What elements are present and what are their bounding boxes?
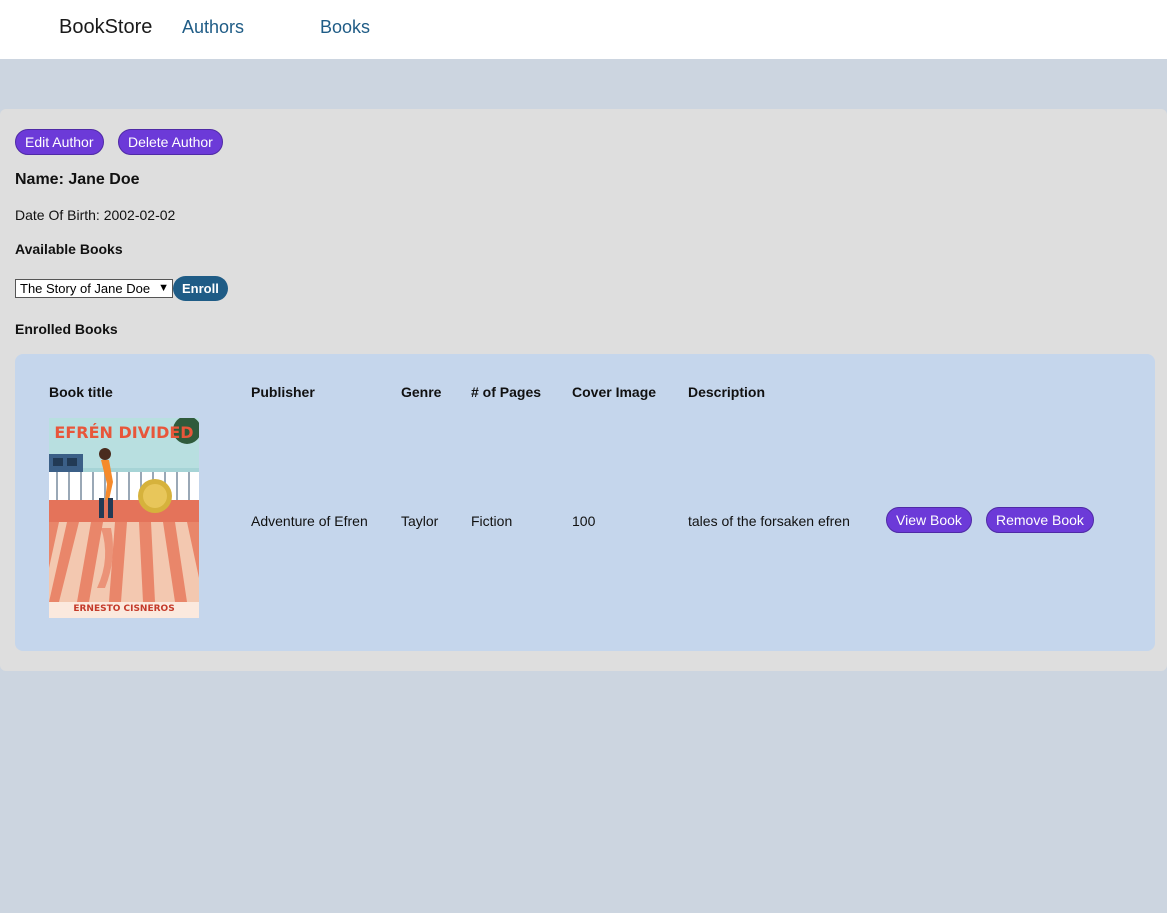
edit-author-button[interactable]: Edit Author (15, 129, 104, 155)
available-books-select[interactable]: The Story of Jane Doe ▼ (15, 279, 173, 298)
enrolled-books-heading: Enrolled Books (15, 321, 118, 337)
column-header-publisher: Publisher (251, 384, 315, 400)
book-cover-image: EFRÉN DIVIDED ERNESTO CISNEROS (49, 418, 199, 618)
column-header-cover: Cover Image (572, 384, 657, 400)
cell-genre: Fiction (471, 513, 513, 529)
nav-link-authors[interactable]: Authors (182, 17, 244, 38)
cell-title: Adventure of Efren (251, 513, 368, 529)
author-dob: Date Of Birth: 2002-02-02 (15, 207, 176, 223)
select-value: The Story of Jane Doe (20, 281, 151, 296)
available-books-heading: Available Books (15, 241, 123, 257)
author-name: Name: Jane Doe (15, 171, 140, 188)
cell-description: tales of the forsaken efren (688, 513, 850, 529)
view-book-button[interactable]: View Book (886, 507, 972, 533)
delete-author-button[interactable]: Delete Author (118, 129, 223, 155)
chevron-down-icon: ▼ (158, 282, 169, 294)
remove-book-button[interactable]: Remove Book (986, 507, 1094, 533)
cover-title-text: EFRÉN DIVIDED (54, 423, 193, 442)
author-detail-card: Edit Author Delete Author Name: Jane Doe… (0, 109, 1167, 671)
top-navbar: BookStore Authors Books (0, 0, 1167, 59)
column-header-title: Book title (49, 384, 113, 400)
cell-publisher: Taylor (401, 513, 439, 529)
cover-author-text: ERNESTO CISNEROS (73, 604, 174, 614)
brand-link[interactable]: BookStore (59, 16, 152, 39)
nav-link-books[interactable]: Books (320, 17, 370, 38)
column-header-pages: # of Pages (471, 384, 542, 400)
enroll-button[interactable]: Enroll (173, 276, 228, 301)
column-header-description: Description (688, 384, 766, 400)
column-header-genre: Genre (401, 384, 442, 400)
cell-pages: 100 (572, 513, 596, 529)
enrolled-books-table: Book title Publisher Genre # of Pages Co… (15, 354, 1155, 651)
